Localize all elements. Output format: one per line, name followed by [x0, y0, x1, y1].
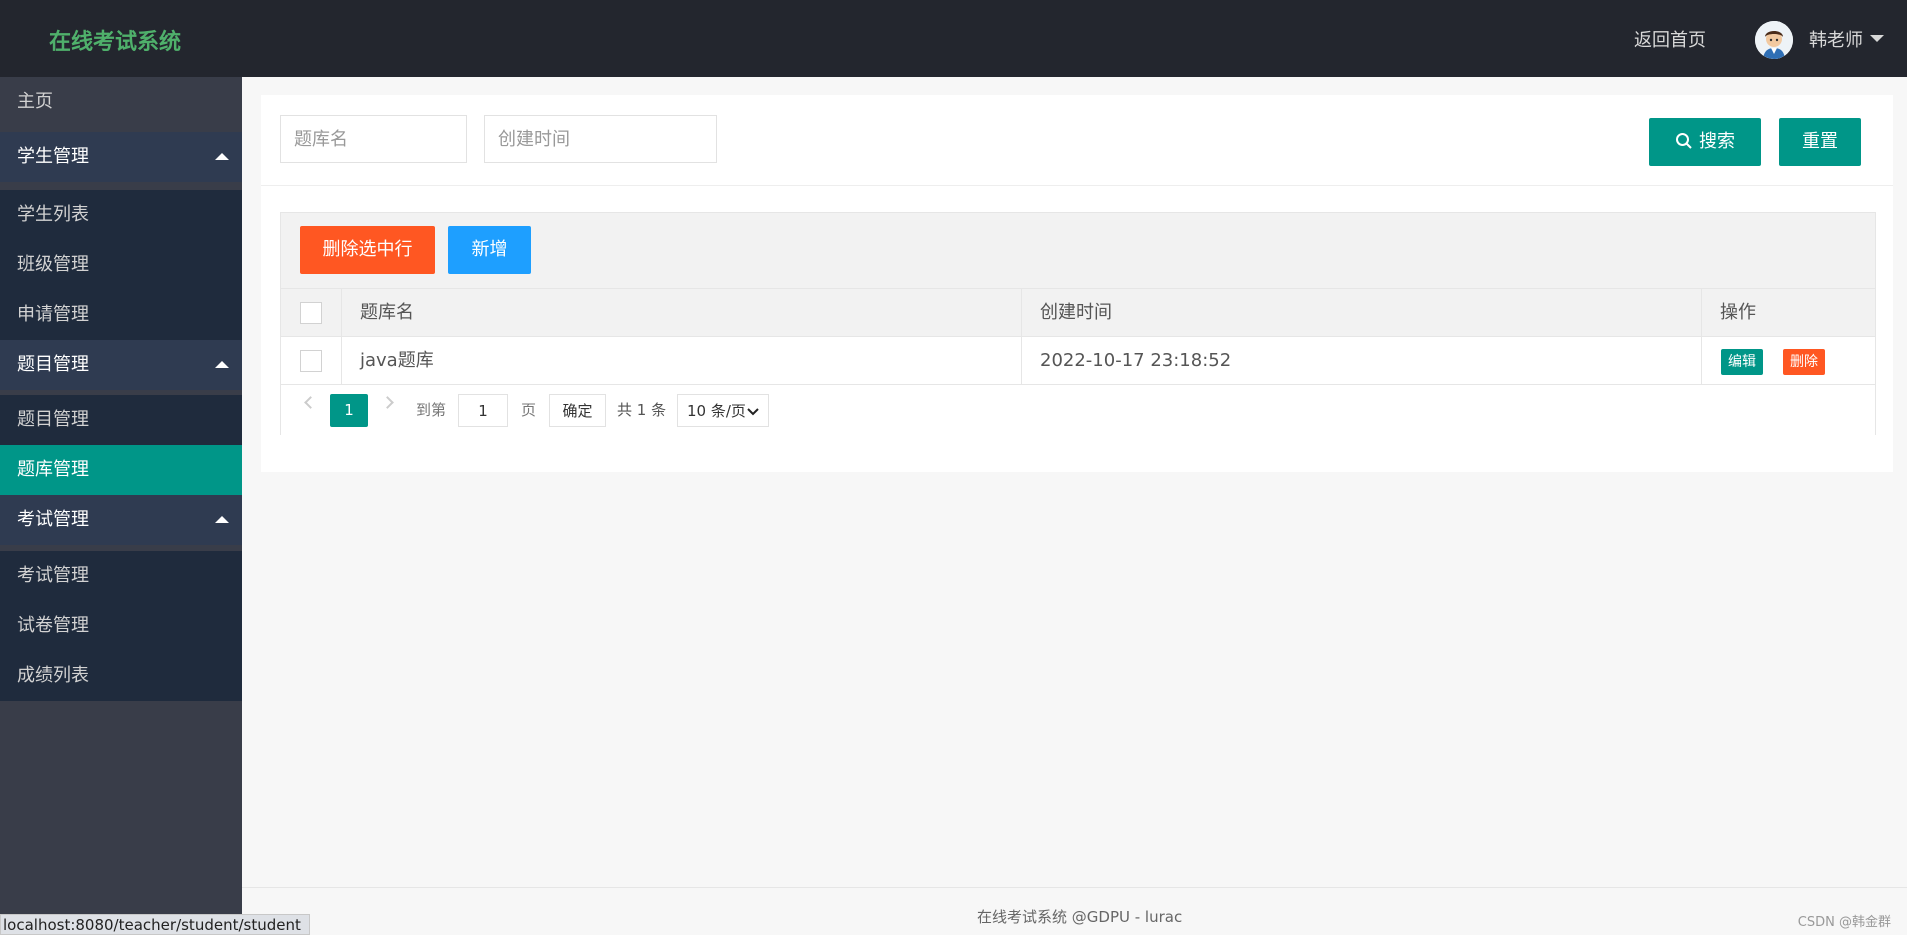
delete-selected-button[interactable]: 删除选中行	[300, 226, 435, 274]
select-all-checkbox[interactable]	[300, 302, 322, 324]
page-current[interactable]: 1	[330, 394, 368, 427]
status-bar-url: localhost:8080/teacher/student/student	[0, 914, 310, 935]
delete-button[interactable]: 删除	[1783, 349, 1825, 375]
chevron-up-icon	[215, 361, 229, 368]
sidebar-group-label: 学生管理	[17, 146, 89, 167]
watermark: CSDN @韩金群	[1797, 915, 1891, 930]
sidebar-item-home[interactable]: 主页	[0, 77, 242, 127]
reset-button[interactable]: 重置	[1779, 118, 1861, 166]
bank-name-input[interactable]	[280, 115, 467, 163]
page-suffix: 页	[521, 401, 537, 419]
chevron-down-icon[interactable]	[1870, 35, 1884, 42]
sidebar-item-paper-management[interactable]: 试卷管理	[0, 601, 242, 651]
created-time-cell: 2022-10-17 23:18:52	[1040, 350, 1232, 371]
add-button[interactable]: 新增	[448, 226, 531, 274]
page-size-select[interactable]: 10 条/页	[677, 394, 769, 427]
column-header-bank-name[interactable]: 题库名	[341, 289, 414, 336]
avatar[interactable]	[1755, 21, 1793, 59]
chevron-down-icon	[747, 408, 759, 416]
table-row: java题库 2022-10-17 23:18:52 编辑 删除	[281, 337, 1875, 385]
search-panel: 搜索 重置	[261, 95, 1893, 186]
goto-confirm-button[interactable]: 确定	[549, 394, 606, 427]
sidebar-item-student-list[interactable]: 学生列表	[0, 190, 242, 240]
chevron-right-icon[interactable]	[381, 396, 394, 409]
total-count: 共 1 条	[617, 401, 667, 419]
footer-text: 在线考试系统 @GDPU - lurac	[977, 908, 1183, 926]
bank-name-cell: java题库	[360, 350, 434, 371]
edit-button[interactable]: 编辑	[1721, 349, 1763, 375]
sidebar-item-class-management[interactable]: 班级管理	[0, 240, 242, 290]
pagination: 1 到第 1 页 确定 共 1 条 10 条/页	[281, 385, 1875, 435]
chevron-left-icon[interactable]	[304, 396, 317, 409]
column-header-created-time[interactable]: 创建时间	[1021, 289, 1112, 336]
user-name[interactable]: 韩老师	[1809, 26, 1863, 52]
sidebar-item-score-list[interactable]: 成绩列表	[0, 651, 242, 701]
sidebar-item-question-bank-management[interactable]: 题库管理	[0, 445, 242, 495]
column-divider	[1701, 337, 1702, 384]
goto-page-input[interactable]: 1	[458, 394, 508, 427]
chevron-up-icon	[215, 516, 229, 523]
sidebar-item-exam-management[interactable]: 考试管理	[0, 551, 242, 601]
page-size-label: 10 条/页	[687, 402, 746, 420]
created-time-input[interactable]	[484, 115, 717, 163]
footer: 在线考试系统 @GDPU - lurac CSDN @韩金群	[242, 887, 1907, 935]
sidebar-item-application-management[interactable]: 申请管理	[0, 290, 242, 340]
sidebar-group-question[interactable]: 题目管理	[0, 340, 242, 390]
app-logo[interactable]: 在线考试系统	[49, 24, 181, 56]
data-table: 删除选中行 新增 题库名 创建时间 操作 java题库 2022-10-17 2…	[280, 212, 1876, 435]
search-button-label: 搜索	[1699, 131, 1735, 152]
chevron-up-icon	[215, 153, 229, 160]
sidebar-group-label: 考试管理	[17, 509, 89, 530]
goto-label: 到第	[416, 401, 447, 419]
avatar-icon	[1755, 21, 1793, 59]
search-icon	[1676, 133, 1692, 149]
top-header: 在线考试系统 返回首页 韩老师	[0, 0, 1907, 77]
content-panel: 删除选中行 新增 题库名 创建时间 操作 java题库 2022-10-17 2…	[261, 186, 1893, 472]
home-link[interactable]: 返回首页	[1634, 26, 1706, 52]
column-header-actions: 操作	[1720, 302, 1756, 323]
table-header: 题库名 创建时间 操作	[281, 288, 1875, 337]
row-checkbox[interactable]	[300, 350, 322, 372]
sidebar-group-label: 题目管理	[17, 354, 89, 375]
sidebar: 主页 学生管理 学生列表 班级管理 申请管理 题目管理 题目管理 题库管理 考试…	[0, 77, 242, 935]
sidebar-group-student[interactable]: 学生管理	[0, 132, 242, 182]
sidebar-group-exam[interactable]: 考试管理	[0, 495, 242, 545]
search-button[interactable]: 搜索	[1649, 118, 1761, 166]
sidebar-item-question-management[interactable]: 题目管理	[0, 395, 242, 445]
